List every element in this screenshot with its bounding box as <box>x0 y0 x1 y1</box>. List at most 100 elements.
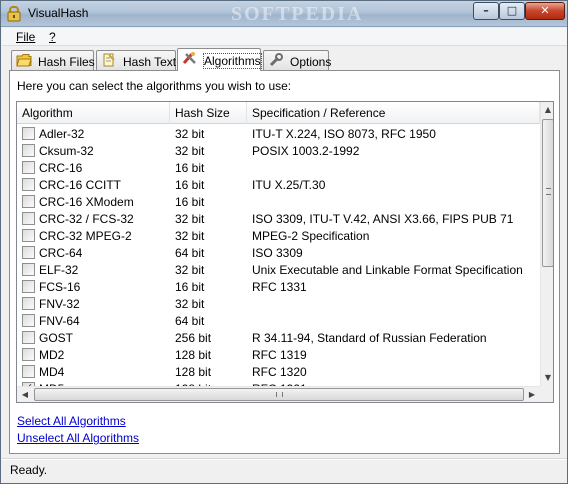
tab-hash-text[interactable]: Hash Text <box>96 50 176 70</box>
hash-size: 16 bit <box>175 280 205 294</box>
select-all-link[interactable]: Select All Algorithms <box>17 414 126 428</box>
table-row[interactable]: FNV-64 64 bit <box>17 312 540 329</box>
algorithm-checkbox[interactable] <box>22 331 35 344</box>
specification: RFC 1319 <box>252 348 307 362</box>
algorithm-checkbox[interactable] <box>22 178 35 191</box>
window-title: VisualHash <box>28 6 89 20</box>
title-bar[interactable]: VisualHash SOFTPEDIA – □ ✕ <box>1 1 567 27</box>
grip-icon <box>546 188 551 195</box>
table-row[interactable]: CRC-16 XModem 16 bit <box>17 193 540 210</box>
algorithm-name: CRC-32 / FCS-32 <box>39 212 134 226</box>
vertical-scroll-thumb[interactable] <box>542 119 553 267</box>
column-header-algorithm[interactable]: Algorithm <box>17 102 170 124</box>
specification: ITU-T X.224, ISO 8073, RFC 1950 <box>252 127 436 141</box>
algorithm-checkbox[interactable] <box>22 314 35 327</box>
hash-size: 32 bit <box>175 127 205 141</box>
algorithm-name: GOST <box>39 331 74 345</box>
scroll-down-icon[interactable]: ▼ <box>541 370 553 386</box>
table-row[interactable]: CRC-64 64 bit ISO 3309 <box>17 244 540 261</box>
specification: MPEG-2 Specification <box>252 229 370 243</box>
hash-size: 64 bit <box>175 314 205 328</box>
specification: ITU X.25/T.30 <box>252 178 326 192</box>
menu-help[interactable]: ? <box>49 30 56 44</box>
hash-size: 32 bit <box>175 212 205 226</box>
table-row[interactable]: CRC-16 16 bit <box>17 159 540 176</box>
tab-algorithms[interactable]: Algorithms <box>177 48 262 71</box>
table-row[interactable]: Adler-32 32 bit ITU-T X.224, ISO 8073, RFC… <box>17 125 540 142</box>
column-header-hash-size[interactable]: Hash Size <box>170 102 247 124</box>
hash-size: 32 bit <box>175 229 205 243</box>
hash-size: 32 bit <box>175 144 205 158</box>
algorithms-panel: Here you can select the algorithms you w… <box>9 70 560 454</box>
app-icon <box>7 6 21 22</box>
horizontal-scrollbar[interactable]: ◀ ▶ <box>17 386 540 402</box>
wrench-icon <box>269 53 283 67</box>
table-row[interactable]: MD2 128 bit RFC 1319 <box>17 346 540 363</box>
specification: ISO 3309, ITU-T V.42, ANSI X3.66, FIPS P… <box>252 212 514 226</box>
specification: RFC 1320 <box>252 365 307 379</box>
table-row[interactable]: CRC-16 CCITT 16 bit ITU X.25/T.30 <box>17 176 540 193</box>
algorithm-checkbox[interactable] <box>22 280 35 293</box>
list-header: Algorithm Hash Size Specification / Refe… <box>17 102 540 124</box>
scroll-up-icon[interactable]: ▲ <box>541 102 553 118</box>
algorithm-checkbox[interactable] <box>22 229 35 242</box>
scroll-right-icon[interactable]: ▶ <box>524 387 540 402</box>
scrollbar-corner <box>540 386 553 402</box>
column-header-specification[interactable]: Specification / Reference <box>247 102 540 124</box>
minimize-icon: – <box>483 4 489 17</box>
algorithm-checkbox[interactable] <box>22 263 35 276</box>
table-row[interactable]: FNV-32 32 bit <box>17 295 540 312</box>
algorithm-name: Adler-32 <box>39 127 85 141</box>
algorithm-name: CRC-32 MPEG-2 <box>39 229 132 243</box>
algorithm-name: FNV-64 <box>39 314 80 328</box>
hash-size: 64 bit <box>175 246 205 260</box>
vertical-scrollbar[interactable]: ▲ ▼ <box>540 102 553 386</box>
algorithm-checkbox[interactable] <box>22 297 35 310</box>
algorithm-checkbox[interactable] <box>22 348 35 361</box>
maximize-button[interactable]: □ <box>499 2 525 20</box>
specification: Unix Executable and Linkable Format Spec… <box>252 263 523 277</box>
hash-size: 256 bit <box>175 331 212 345</box>
table-row[interactable]: CRC-32 / FCS-32 32 bit ISO 3309, ITU-T V.4… <box>17 210 540 227</box>
table-row[interactable]: ELF-32 32 bit Unix Executable and Linkable… <box>17 261 540 278</box>
algorithm-checkbox[interactable] <box>22 127 35 140</box>
algorithm-checkbox[interactable] <box>22 195 35 208</box>
table-row[interactable]: GOST 256 bit R 34.11-94, Standard of Russi… <box>17 329 540 346</box>
tab-label: Hash Text <box>123 55 177 69</box>
algorithm-checkbox[interactable] <box>22 365 35 378</box>
specification: ISO 3309 <box>252 246 303 260</box>
algorithm-checkbox[interactable] <box>22 161 35 174</box>
algorithm-name: FCS-16 <box>39 280 81 294</box>
tab-options[interactable]: Options <box>263 50 332 70</box>
horizontal-scroll-thumb[interactable] <box>34 388 524 401</box>
table-row[interactable]: FCS-16 16 bit RFC 1331 <box>17 278 540 295</box>
tab-label: Hash Files <box>38 55 95 69</box>
tab-label: Algorithms <box>203 53 262 69</box>
unselect-all-link[interactable]: Unselect All Algorithms <box>17 431 139 445</box>
specification: POSIX 1003.2-1992 <box>252 144 360 158</box>
algorithms-list[interactable]: Algorithm Hash Size Specification / Refe… <box>16 101 554 403</box>
algorithm-checkbox[interactable] <box>22 246 35 259</box>
status-text: Ready. <box>10 463 48 477</box>
algorithm-checkbox[interactable] <box>22 212 35 225</box>
hash-size: 128 bit <box>175 365 212 379</box>
grip-icon <box>276 392 283 397</box>
scroll-left-icon[interactable]: ◀ <box>17 387 33 402</box>
algorithm-name: CRC-16 CCITT <box>39 178 122 192</box>
watermark: SOFTPEDIA <box>231 3 364 25</box>
table-row[interactable]: Cksum-32 32 bit POSIX 1003.2-1992 <box>17 142 540 159</box>
algorithm-name: CRC-16 <box>39 161 83 175</box>
close-button[interactable]: ✕ <box>525 2 565 20</box>
tab-hash-files[interactable]: Hash Files <box>11 50 95 70</box>
table-row[interactable]: CRC-32 MPEG-2 32 bit MPEG-2 Specification <box>17 227 540 244</box>
hash-size: 16 bit <box>175 178 205 192</box>
maximize-icon: □ <box>506 4 518 17</box>
folder-icon <box>16 54 32 67</box>
algorithm-checkbox[interactable] <box>22 144 35 157</box>
table-row[interactable]: MD4 128 bit RFC 1320 <box>17 363 540 380</box>
tab-label: Options <box>290 55 332 69</box>
minimize-button[interactable]: – <box>473 2 499 20</box>
status-bar: Ready. <box>2 458 567 482</box>
menu-file[interactable]: File <box>16 30 35 44</box>
hash-size: 32 bit <box>175 297 205 311</box>
